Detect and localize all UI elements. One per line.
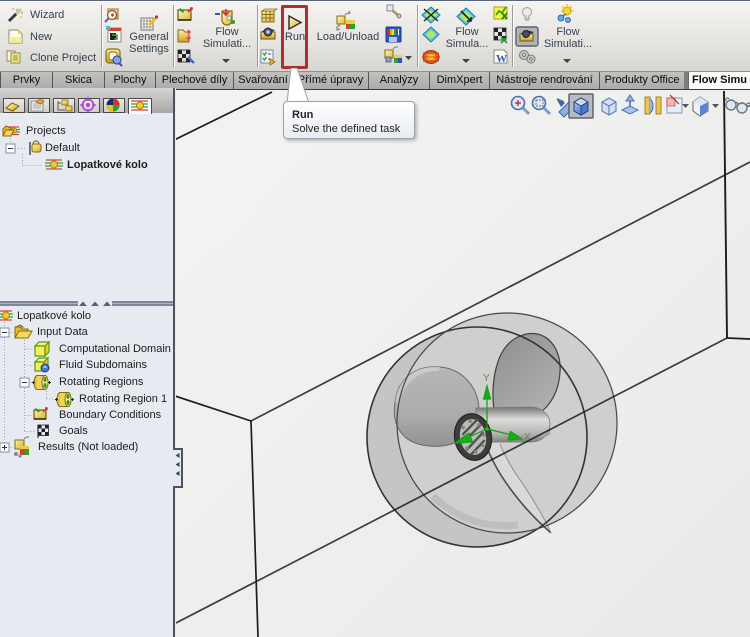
svg-text:W: W: [496, 53, 507, 65]
svg-text:Y: Y: [483, 373, 490, 384]
